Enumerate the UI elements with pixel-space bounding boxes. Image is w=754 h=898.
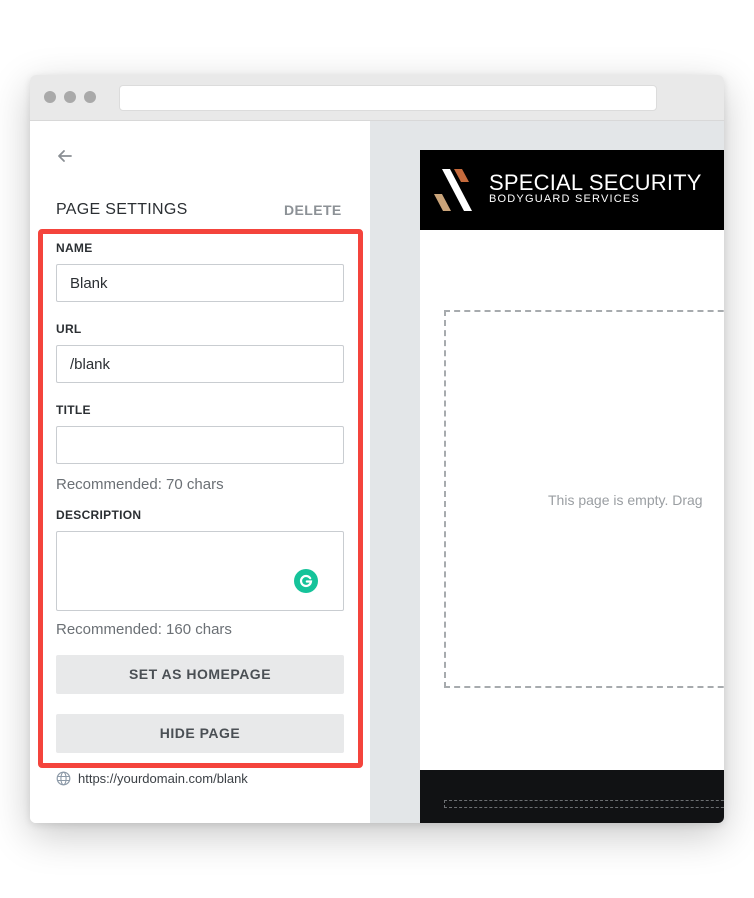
site-footer[interactable] bbox=[420, 770, 724, 823]
hide-page-button[interactable]: HIDE PAGE bbox=[56, 714, 344, 753]
site-header[interactable]: SPECIAL SECURITY BODYGUARD SERVICES bbox=[420, 150, 724, 230]
window-dot[interactable] bbox=[44, 91, 56, 103]
name-field[interactable]: Blank bbox=[56, 264, 344, 302]
page-url-display[interactable]: https://yourdomain.com/blank bbox=[56, 771, 248, 786]
title-label: TITLE bbox=[56, 403, 91, 417]
title-bar bbox=[30, 75, 724, 121]
brand-tagline: BODYGUARD SERVICES bbox=[489, 193, 640, 205]
window-dot[interactable] bbox=[84, 91, 96, 103]
url-label: URL bbox=[56, 322, 82, 336]
name-label: NAME bbox=[56, 241, 93, 255]
set-as-homepage-button[interactable]: SET AS HOMEPAGE bbox=[56, 655, 344, 694]
address-bar[interactable] bbox=[119, 85, 657, 111]
preview-canvas: SPECIAL SECURITY BODYGUARD SERVICES This… bbox=[370, 121, 724, 823]
footer-drop-zone[interactable] bbox=[444, 800, 724, 808]
description-hint: Recommended: 160 chars bbox=[56, 621, 232, 638]
window-dot[interactable] bbox=[64, 91, 76, 103]
site-preview: SPECIAL SECURITY BODYGUARD SERVICES This… bbox=[420, 150, 724, 823]
description-label: DESCRIPTION bbox=[56, 508, 142, 522]
url-field[interactable]: /blank bbox=[56, 345, 344, 383]
browser-window: PAGE SETTINGS DELETE NAME Blank URL /bla… bbox=[30, 75, 724, 823]
empty-page-message: This page is empty. Drag bbox=[548, 492, 703, 508]
title-hint: Recommended: 70 chars bbox=[56, 476, 224, 493]
logo-icon bbox=[434, 168, 482, 212]
page-settings-title: PAGE SETTINGS bbox=[56, 201, 188, 218]
title-field[interactable] bbox=[56, 426, 344, 464]
domain-text: https://yourdomain.com/blank bbox=[78, 771, 248, 786]
grammarly-icon[interactable] bbox=[294, 569, 318, 593]
page-settings-panel: PAGE SETTINGS DELETE NAME Blank URL /bla… bbox=[30, 121, 370, 823]
back-arrow-icon[interactable] bbox=[56, 147, 74, 165]
delete-button[interactable]: DELETE bbox=[284, 202, 342, 218]
globe-icon bbox=[56, 771, 71, 786]
